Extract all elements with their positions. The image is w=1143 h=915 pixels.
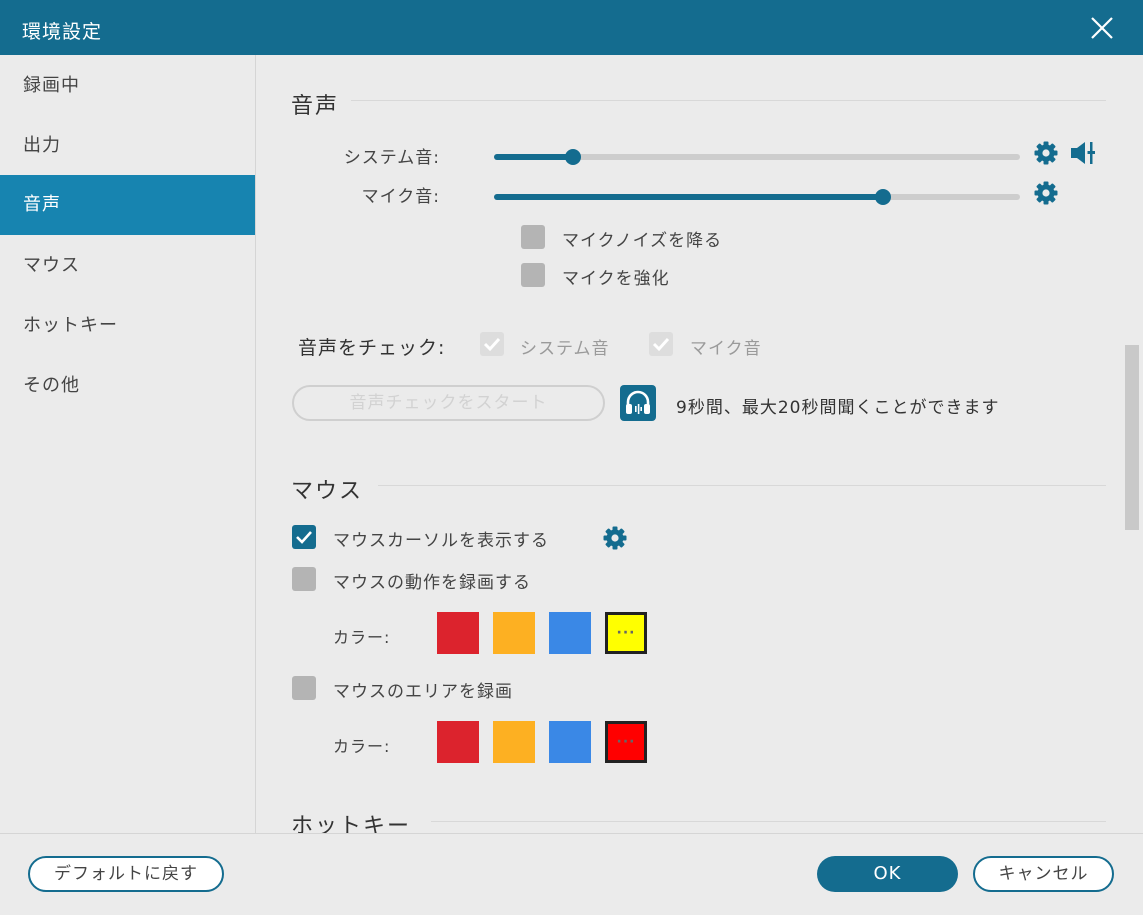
sidebar-item-mouse[interactable]: マウス xyxy=(0,236,255,296)
checkmark-icon xyxy=(649,332,673,356)
area-color-red-swatch[interactable] xyxy=(437,721,479,763)
area-color-orange-swatch[interactable] xyxy=(493,721,535,763)
show-cursor-checkbox[interactable] xyxy=(292,525,316,549)
section-divider xyxy=(431,821,1106,822)
settings-content: 音声 システム音: マイク音: マイクノイズを降る マイクを強化 音声をチェック… xyxy=(256,55,1143,833)
sidebar-item-audio[interactable]: 音声 xyxy=(0,175,255,235)
audio-check-label: 音声をチェック: xyxy=(298,337,446,359)
reset-defaults-label: デフォルトに戻す xyxy=(54,864,198,884)
system-sound-slider-thumb[interactable] xyxy=(565,149,581,165)
click-color-orange-swatch[interactable] xyxy=(493,612,535,654)
more-colors-icon: ··· xyxy=(616,734,636,750)
start-audio-check-label: 音声チェックをスタート xyxy=(349,393,548,413)
record-clicks-label: マウスの動作を録画する xyxy=(333,573,531,593)
audio-section-title: 音声 xyxy=(291,94,340,119)
check-mic-sound-label: マイク音 xyxy=(690,339,762,359)
noise-reduction-checkbox[interactable] xyxy=(521,225,545,249)
sidebar-item-label: ホットキー xyxy=(23,315,118,336)
title-bar: 環境設定 xyxy=(0,0,1143,55)
click-custom-color-swatch[interactable]: ··· xyxy=(605,612,647,654)
mic-sound-slider-fill xyxy=(494,194,883,200)
content-scrollbar[interactable] xyxy=(1125,345,1139,530)
start-audio-check-button[interactable]: 音声チェックをスタート xyxy=(292,385,605,421)
click-color-label: カラー: xyxy=(333,628,391,647)
click-color-red-swatch[interactable] xyxy=(437,612,479,654)
area-color-label: カラー: xyxy=(333,737,391,756)
headphones-icon xyxy=(626,390,650,414)
more-colors-icon: ··· xyxy=(616,625,636,641)
checkmark-icon xyxy=(480,332,504,356)
mouse-section-title: マウス xyxy=(291,479,364,504)
checkmark-icon xyxy=(296,531,312,544)
show-cursor-label: マウスカーソルを表示する xyxy=(333,531,549,551)
gear-icon xyxy=(1034,181,1058,205)
sidebar-item-other[interactable]: その他 xyxy=(0,356,255,416)
sidebar-item-hotkey[interactable]: ホットキー xyxy=(0,296,255,356)
hotkey-section-title: ホットキー xyxy=(291,814,412,833)
sidebar-item-label: 出力 xyxy=(23,135,61,156)
record-clicks-checkbox[interactable] xyxy=(292,567,316,591)
headphone-button[interactable] xyxy=(620,385,656,421)
sidebar-item-recording[interactable]: 録画中 xyxy=(0,56,255,116)
sidebar-item-label: 録画中 xyxy=(23,75,80,96)
cancel-label: キャンセル xyxy=(998,864,1089,884)
mic-sound-slider[interactable] xyxy=(494,189,1020,205)
speaker-icon xyxy=(1071,142,1095,164)
area-custom-color-swatch[interactable]: ··· xyxy=(605,721,647,763)
noise-reduction-label: マイクノイズを降る xyxy=(562,231,723,251)
window-title: 環境設定 xyxy=(22,21,103,43)
cursor-settings-button[interactable] xyxy=(602,525,628,555)
sidebar-item-output[interactable]: 出力 xyxy=(0,116,255,176)
check-system-sound-checkbox[interactable] xyxy=(480,332,504,356)
record-area-checkbox[interactable] xyxy=(292,676,316,700)
mic-sound-label: マイク音: xyxy=(361,187,440,207)
gear-icon xyxy=(603,526,627,550)
cancel-button[interactable]: キャンセル xyxy=(973,856,1114,892)
mic-sound-slider-thumb[interactable] xyxy=(875,189,891,205)
sidebar-item-label: マウス xyxy=(23,255,80,276)
system-sound-mixer-button[interactable] xyxy=(1069,139,1099,171)
click-color-blue-swatch[interactable] xyxy=(549,612,591,654)
check-mic-sound-checkbox[interactable] xyxy=(649,332,673,356)
footer: デフォルトに戻す OK キャンセル xyxy=(0,833,1143,915)
record-area-label: マウスのエリアを録画 xyxy=(333,682,513,702)
section-divider xyxy=(351,100,1106,101)
close-icon xyxy=(1091,17,1113,39)
system-sound-settings-button[interactable] xyxy=(1033,140,1059,170)
ok-label: OK xyxy=(873,863,902,884)
mic-enhance-checkbox[interactable] xyxy=(521,263,545,287)
system-sound-slider-fill xyxy=(494,154,573,160)
check-system-sound-label: システム音 xyxy=(520,339,610,359)
audio-check-hint: 9秒間、最大20秒間聞くことができます xyxy=(676,398,1000,418)
sidebar: 録画中 出力 音声 マウス ホットキー その他 xyxy=(0,55,256,833)
reset-defaults-button[interactable]: デフォルトに戻す xyxy=(28,856,224,892)
system-sound-label: システム音: xyxy=(343,148,440,168)
mic-enhance-label: マイクを強化 xyxy=(562,269,670,289)
close-button[interactable] xyxy=(1088,14,1116,42)
sidebar-item-label: 音声 xyxy=(23,194,61,215)
gear-icon xyxy=(1034,141,1058,165)
ok-button[interactable]: OK xyxy=(817,856,958,892)
section-divider xyxy=(378,485,1106,486)
system-sound-slider[interactable] xyxy=(494,149,1020,165)
sidebar-item-label: その他 xyxy=(23,375,80,396)
area-color-blue-swatch[interactable] xyxy=(549,721,591,763)
mic-sound-settings-button[interactable] xyxy=(1033,180,1059,210)
